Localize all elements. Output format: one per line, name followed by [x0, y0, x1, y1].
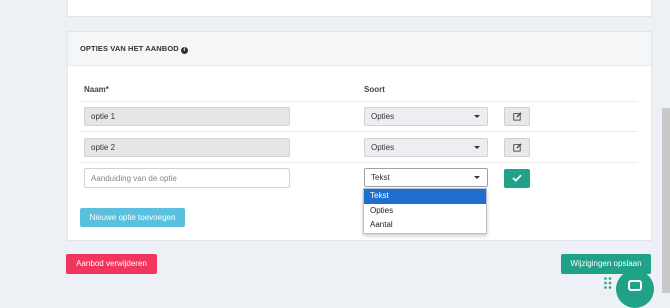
chevron-down-icon	[474, 146, 480, 149]
option-type-select[interactable]: Opties	[364, 138, 488, 157]
new-option-name-input[interactable]	[84, 168, 290, 188]
column-header-name: Naam*	[84, 85, 109, 94]
option-name-field: optie 2	[84, 138, 290, 157]
row-divider	[80, 131, 638, 132]
panel-title-text: OPTIES VAN HET AANBOD	[80, 44, 179, 53]
delete-offer-button[interactable]: Aanbod verwijderen	[66, 254, 157, 274]
edit-icon	[513, 143, 522, 152]
chat-widget-button[interactable]	[616, 270, 654, 308]
panel-title: OPTIES VAN HET AANBOD i	[80, 44, 188, 54]
chevron-down-icon	[474, 115, 480, 118]
checkmark-icon	[512, 174, 522, 182]
chat-icon	[628, 280, 642, 291]
new-option-type-value: Tekst	[371, 173, 390, 182]
row-divider	[80, 101, 638, 102]
row-divider	[80, 162, 638, 163]
add-option-button[interactable]: Nieuwe optie toevoegen	[80, 208, 185, 227]
option-type-value: Opties	[371, 112, 395, 121]
dropdown-option-tekst[interactable]: Tekst	[364, 189, 486, 204]
info-icon[interactable]: i	[180, 47, 188, 54]
new-option-type-select[interactable]: Tekst	[364, 168, 488, 187]
edit-option-button[interactable]	[504, 138, 530, 157]
panel-header: OPTIES VAN HET AANBOD i	[68, 32, 651, 66]
offer-options-panel: OPTIES VAN HET AANBOD i Naam* Soort optie…	[67, 31, 652, 241]
chevron-down-icon	[474, 176, 480, 179]
edit-icon	[513, 112, 522, 121]
dropdown-option-aantal[interactable]: Aantal	[364, 218, 486, 233]
option-type-value: Opties	[371, 143, 395, 152]
dropdown-option-opties[interactable]: Opties	[364, 204, 486, 219]
confirm-option-button[interactable]	[504, 169, 530, 188]
grid-dots-icon[interactable]	[604, 277, 612, 289]
type-dropdown-list: Tekst Opties Aantal	[363, 188, 487, 234]
previous-section-card	[67, 0, 652, 17]
scrollbar[interactable]	[662, 108, 670, 293]
option-name-field: optie 1	[84, 107, 290, 126]
column-header-type: Soort	[364, 85, 385, 94]
option-type-select[interactable]: Opties	[364, 107, 488, 126]
edit-option-button[interactable]	[504, 107, 530, 126]
